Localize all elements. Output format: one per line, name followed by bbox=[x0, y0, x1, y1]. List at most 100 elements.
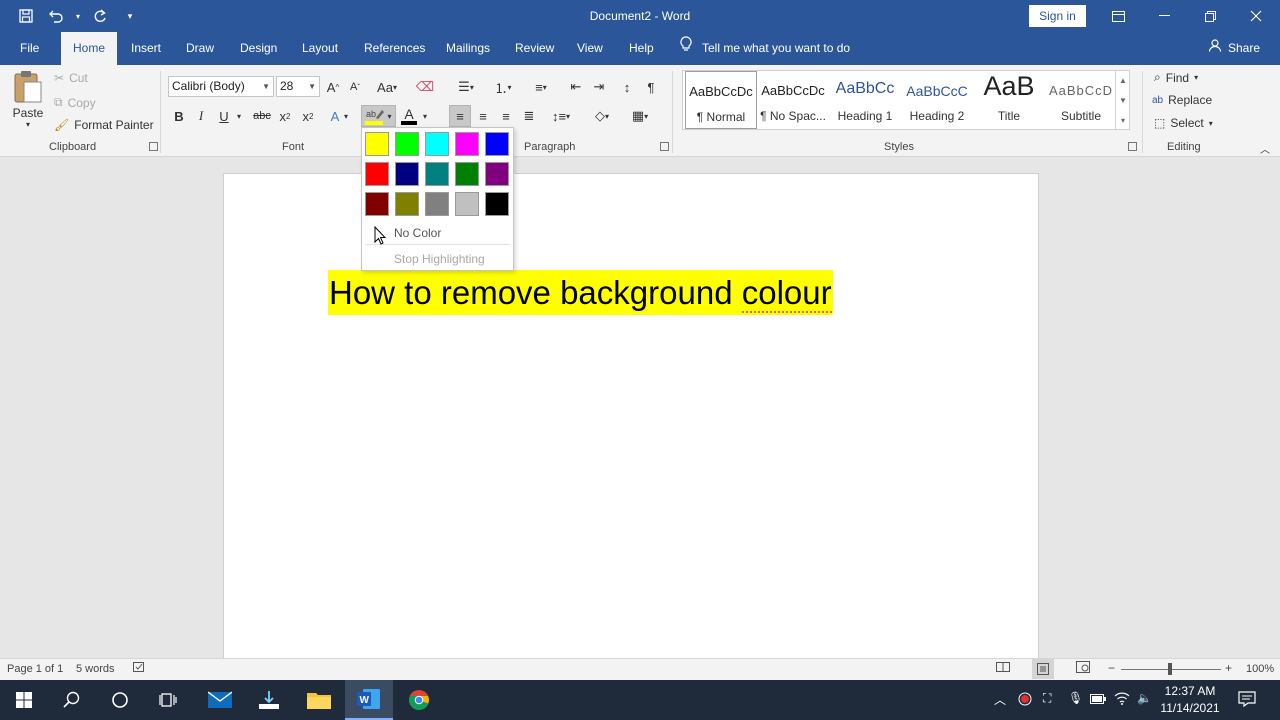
zoom-slider-thumb[interactable] bbox=[1168, 663, 1172, 675]
ribbon-display-options-icon[interactable] bbox=[1095, 0, 1141, 32]
tab-review[interactable]: Review bbox=[505, 32, 564, 65]
customize-qat-icon[interactable]: ▾ bbox=[118, 6, 142, 26]
app-installer-icon[interactable] bbox=[245, 680, 293, 720]
highlight-swatch-pink[interactable] bbox=[455, 132, 479, 156]
font-color-button[interactable]: A bbox=[398, 105, 420, 127]
text-effects-dropdown-icon[interactable]: ▾ bbox=[340, 105, 352, 127]
close-icon[interactable] bbox=[1233, 0, 1279, 32]
styles-gallery-scroll[interactable]: ▲ ▼ ▾ bbox=[1115, 70, 1130, 130]
highlight-swatch-dark-red[interactable] bbox=[365, 192, 389, 216]
tab-help[interactable]: Help bbox=[619, 32, 664, 65]
highlight-swatch-dark-blue[interactable] bbox=[395, 162, 419, 186]
undo-icon[interactable] bbox=[44, 6, 68, 26]
chevron-up-icon[interactable]: ▲ bbox=[1119, 76, 1127, 85]
undo-dropdown-icon[interactable]: ▾ bbox=[74, 6, 82, 26]
chevron-down-icon[interactable]: ▼ bbox=[1119, 96, 1127, 105]
cortana-icon[interactable] bbox=[96, 680, 144, 720]
highlight-color-button[interactable]: ab ▾ bbox=[361, 105, 396, 127]
highlight-swatch-turquoise[interactable] bbox=[425, 132, 449, 156]
highlight-swatch-teal[interactable] bbox=[425, 162, 449, 186]
document-page[interactable] bbox=[223, 173, 1039, 673]
style-heading-2[interactable]: AaBbCcC Heading 2 bbox=[901, 71, 973, 129]
font-family-dropdown[interactable]: Calibri (Body) ▼ bbox=[168, 76, 274, 97]
highlight-swatch-blue[interactable] bbox=[485, 132, 509, 156]
battery-icon[interactable] bbox=[1090, 693, 1106, 707]
sign-in-button[interactable]: Sign in bbox=[1029, 5, 1086, 27]
style-subtitle[interactable]: AaBbCcD Subtitle bbox=[1045, 71, 1117, 129]
subscript-icon[interactable]: x2 bbox=[274, 105, 296, 127]
minimize-icon[interactable] bbox=[1141, 0, 1187, 32]
web-layout-icon[interactable] bbox=[1076, 661, 1090, 676]
highlight-swatch-yellow[interactable] bbox=[365, 132, 389, 156]
copy-button[interactable]: ⧉ Copy bbox=[54, 95, 96, 110]
cut-button[interactable]: ✂ Cut bbox=[54, 71, 88, 85]
word-taskbar-icon[interactable]: W bbox=[345, 680, 393, 720]
no-color-option[interactable]: No Color bbox=[394, 226, 441, 240]
tab-view[interactable]: View bbox=[567, 32, 613, 65]
strikethrough-icon[interactable]: abc bbox=[251, 105, 273, 127]
tab-design[interactable]: Design bbox=[230, 32, 287, 65]
tab-references[interactable]: References bbox=[354, 32, 435, 65]
sort-icon[interactable]: ↕ bbox=[616, 76, 638, 98]
tab-insert[interactable]: Insert bbox=[121, 32, 171, 65]
clipboard-launcher-icon[interactable] bbox=[149, 142, 158, 151]
highlight-swatch-dark-yellow[interactable] bbox=[395, 192, 419, 216]
zoom-out-icon[interactable]: − bbox=[1108, 661, 1115, 675]
stop-highlighting-option[interactable]: Stop Highlighting bbox=[394, 252, 485, 266]
tab-mailings[interactable]: Mailings bbox=[436, 32, 500, 65]
underline-dropdown-icon[interactable]: ▾ bbox=[233, 105, 245, 127]
word-count[interactable]: 5 words bbox=[76, 663, 115, 675]
superscript-icon[interactable]: x2 bbox=[297, 105, 319, 127]
decrease-indent-icon[interactable]: ⇤ bbox=[565, 76, 587, 98]
find-button[interactable]: ⌕ Find ▾ bbox=[1154, 70, 1198, 85]
pilcrow-icon[interactable]: ¶ bbox=[640, 76, 662, 98]
multilevel-list-icon[interactable]: ≡ ▾ bbox=[525, 76, 557, 98]
align-right-icon[interactable]: ≡ bbox=[495, 105, 517, 127]
windows-start-icon[interactable] bbox=[0, 680, 48, 720]
highlight-swatch-black[interactable] bbox=[485, 192, 509, 216]
style-normal[interactable]: AaBbCcDc ¶ Normal bbox=[685, 71, 757, 129]
highlight-swatch-red[interactable] bbox=[365, 162, 389, 186]
increase-indent-icon[interactable]: ⇥ bbox=[588, 76, 610, 98]
redo-icon[interactable] bbox=[88, 6, 112, 26]
tell-me-search[interactable]: Tell me what you want to do bbox=[680, 32, 850, 65]
borders-icon[interactable]: ▦ ▾ bbox=[624, 105, 656, 127]
tab-home[interactable]: Home bbox=[61, 32, 117, 65]
chrome-icon[interactable] bbox=[395, 680, 443, 720]
highlight-swatch-gray-50[interactable] bbox=[425, 192, 449, 216]
underline-icon[interactable]: U bbox=[213, 105, 235, 127]
bold-icon[interactable]: B bbox=[168, 105, 190, 127]
notifications-icon[interactable] bbox=[1238, 690, 1256, 711]
shading-icon[interactable]: ◇ ▾ bbox=[586, 105, 618, 127]
microphone-icon[interactable]: 🎙 bbox=[1068, 691, 1083, 705]
collapse-ribbon-icon[interactable]: ︿ bbox=[1260, 141, 1270, 156]
styles-launcher-icon[interactable] bbox=[1128, 142, 1137, 151]
grow-font-icon[interactable]: A ^ bbox=[322, 76, 344, 98]
paste-button[interactable]: Paste ▾ bbox=[12, 70, 44, 129]
style-heading-1[interactable]: AaBbCc Heading 1 bbox=[829, 71, 901, 129]
select-button[interactable]: ⬚ Select ▾ bbox=[1154, 116, 1213, 130]
tab-draw[interactable]: Draw bbox=[176, 32, 224, 65]
highlight-swatch-violet[interactable] bbox=[485, 162, 509, 186]
highlight-swatch-bright-green[interactable] bbox=[395, 132, 419, 156]
style-no-spacing[interactable]: AaBbCcDc ¶ No Spac... bbox=[757, 71, 829, 129]
paragraph-launcher-icon[interactable] bbox=[660, 142, 669, 151]
align-center-icon[interactable]: ≡ bbox=[472, 105, 494, 127]
tab-layout[interactable]: Layout bbox=[292, 32, 348, 65]
bullets-icon[interactable]: ☰ ▾ bbox=[450, 76, 482, 98]
align-left-icon[interactable]: ≡ bbox=[449, 105, 471, 127]
zoom-in-icon[interactable]: + bbox=[1225, 661, 1232, 675]
search-icon[interactable] bbox=[48, 680, 96, 720]
read-mode-icon[interactable] bbox=[996, 661, 1010, 676]
print-layout-icon[interactable] bbox=[1032, 659, 1054, 679]
highlighted-text[interactable]: How to remove background colour bbox=[328, 270, 833, 315]
show-hidden-icons-icon[interactable]: ︿ bbox=[994, 691, 1006, 708]
more-styles-icon[interactable]: ▾ bbox=[1121, 116, 1125, 125]
numbering-icon[interactable]: ⒈ ▾ bbox=[487, 76, 519, 98]
highlight-swatch-gray-25[interactable] bbox=[455, 192, 479, 216]
highlight-swatch-green[interactable] bbox=[455, 162, 479, 186]
file-explorer-icon[interactable] bbox=[295, 680, 343, 720]
format-painter-button[interactable]: 🖌 Format Painter bbox=[54, 118, 154, 132]
change-case-icon[interactable]: Aa ▾ bbox=[372, 76, 402, 98]
page-count[interactable]: Page 1 of 1 bbox=[7, 663, 63, 675]
